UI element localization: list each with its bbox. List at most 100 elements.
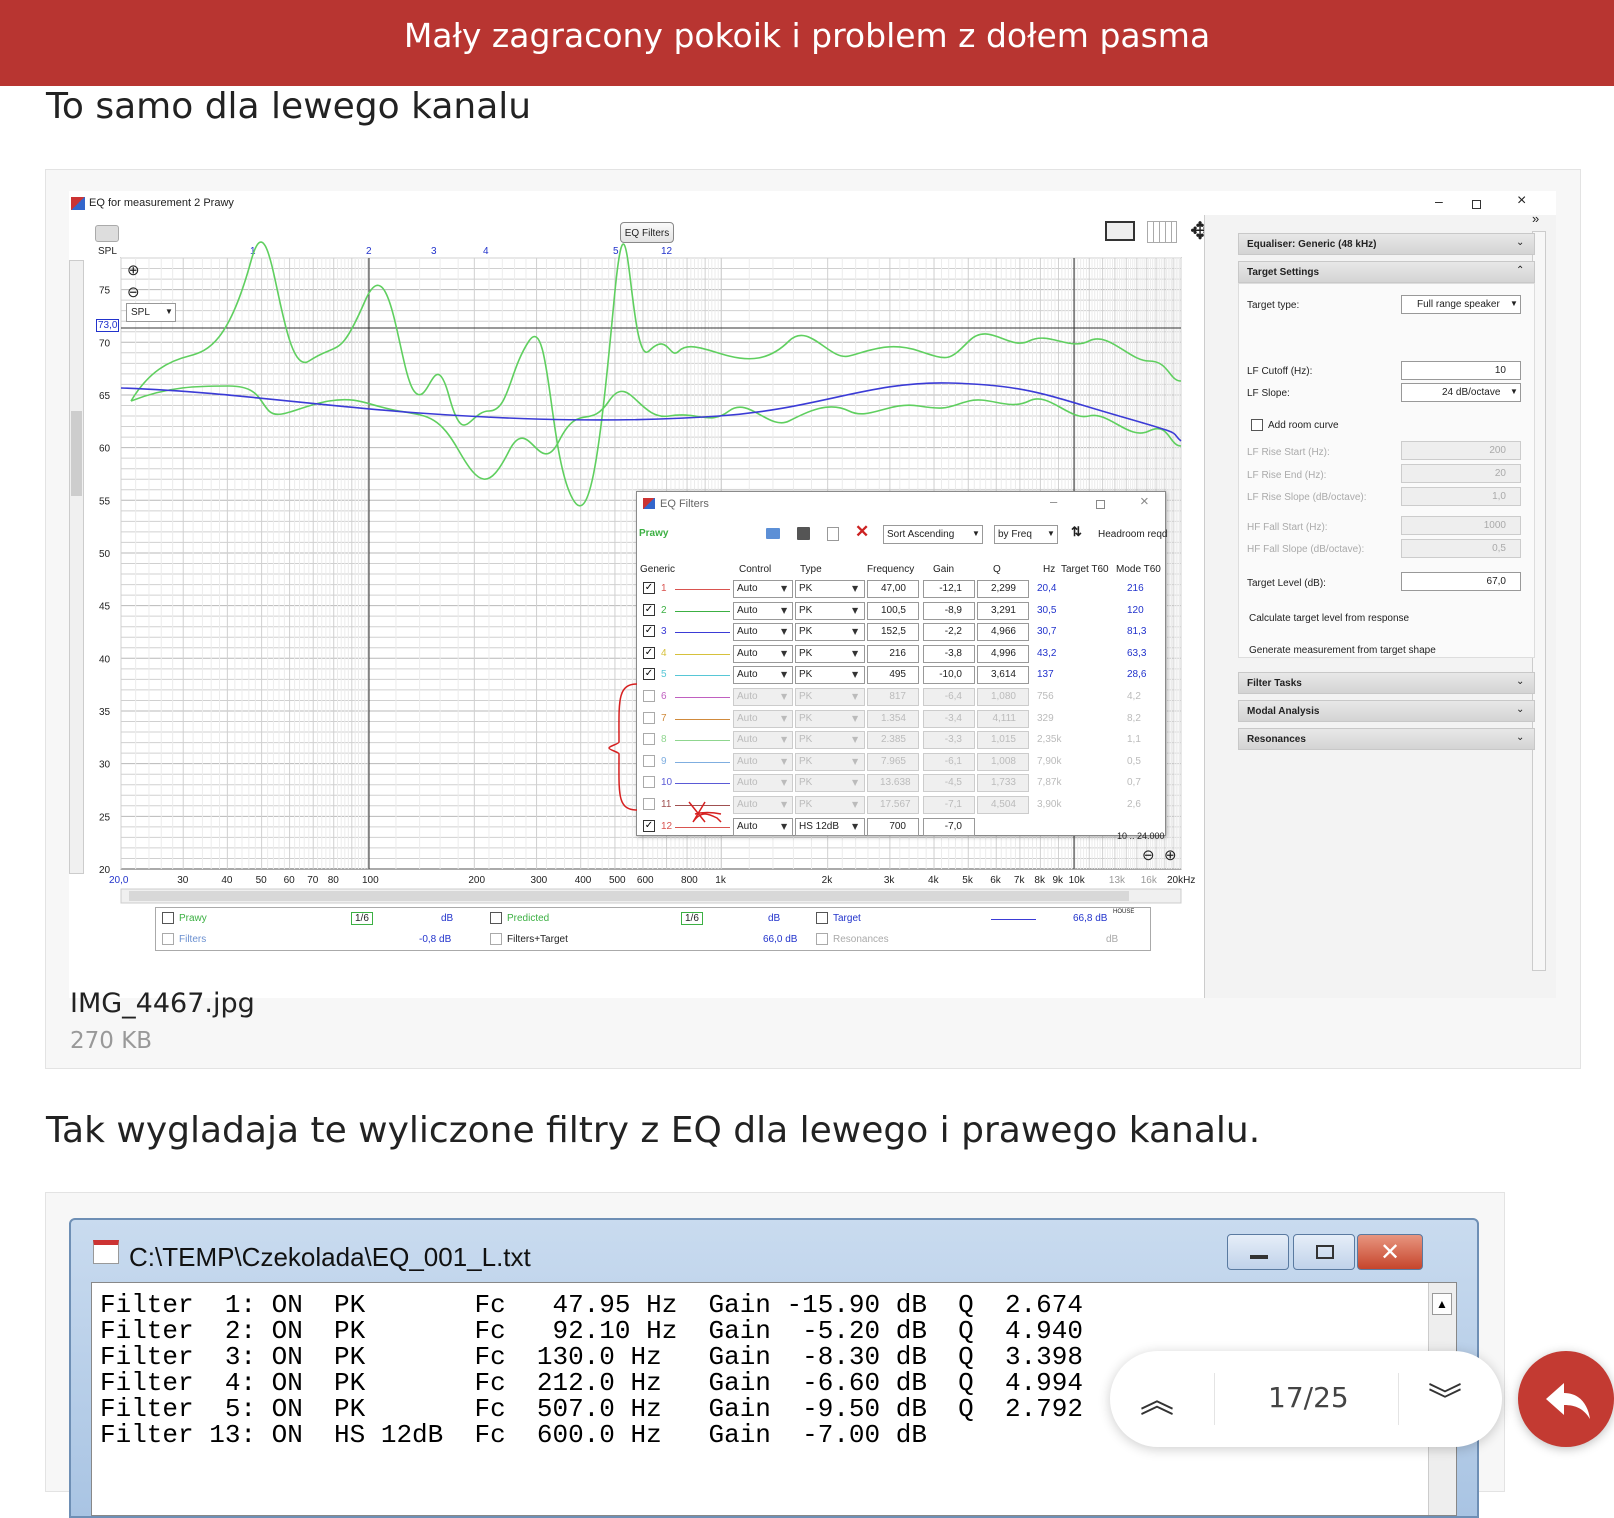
chevron-down-icon[interactable]: ▼ [781, 822, 787, 831]
filter-q-input[interactable]: 3,614 [977, 666, 1029, 685]
filters-checkbox[interactable] [162, 933, 174, 945]
filter-q-input[interactable]: 2,299 [977, 580, 1029, 598]
chevron-down-icon[interactable]: ▼ [852, 735, 858, 744]
lf-rise-start-input[interactable]: 200 [1401, 441, 1521, 460]
collapse-panel-icon[interactable]: » [1532, 211, 1539, 226]
dlg-close-icon[interactable]: × [1140, 493, 1149, 510]
filter-gain-input[interactable]: -10,0 [923, 666, 975, 685]
target-settings-header[interactable]: Target Settings ⌃ [1238, 261, 1535, 283]
resonances-header[interactable]: Resonances ⌄ [1238, 728, 1535, 750]
filter-q-input[interactable]: 3,291 [977, 601, 1029, 620]
filter-gain-input[interactable]: -12,1 [923, 580, 975, 598]
chevron-down-icon[interactable]: ▼ [852, 670, 858, 679]
filter-q-input[interactable]: 1,080 [977, 688, 1029, 706]
chevron-down-icon[interactable]: ▼ [852, 714, 858, 723]
copy-icon[interactable] [827, 527, 839, 541]
filter-gain-input[interactable]: -6,1 [923, 752, 975, 771]
filter-tasks-header[interactable]: Filter Tasks ⌄ [1238, 672, 1535, 694]
attachment-card-1[interactable]: EQ for measurement 2 Prawy – × SPL EQ Fi… [45, 169, 1581, 1069]
filter-gain-input[interactable]: -4,5 [923, 774, 975, 793]
resonances-checkbox[interactable] [816, 933, 828, 945]
chevron-down-icon[interactable]: ▼ [781, 584, 787, 593]
reply-button[interactable] [1518, 1351, 1614, 1447]
target-type-select[interactable]: Full range speaker ▼ [1401, 295, 1521, 314]
filter-q-input[interactable]: 1,015 [977, 731, 1029, 750]
filter-frequency-input[interactable]: 152,5 [867, 623, 919, 642]
modal-analysis-header[interactable]: Modal Analysis ⌄ [1238, 700, 1535, 722]
zoom-out-icon[interactable]: ⊖ [127, 283, 140, 301]
filter-gain-input[interactable]: -8,9 [923, 601, 975, 620]
chevron-down-icon[interactable]: ▼ [781, 757, 787, 766]
dlg-maximize-icon[interactable] [1096, 500, 1105, 509]
filter-q-input[interactable]: 4,504 [977, 796, 1029, 814]
filter-gain-input[interactable]: -6,4 [923, 688, 975, 706]
predicted-checkbox[interactable] [490, 912, 502, 924]
chevron-down-icon[interactable]: ▼ [781, 627, 787, 636]
dlg-minimize-icon[interactable]: – [1050, 494, 1057, 509]
sort-select[interactable]: Sort Ascending ▼ [883, 525, 983, 544]
delete-icon[interactable]: ✕ [855, 522, 869, 542]
lf-slope-select[interactable]: 24 dB/octave ▼ [1401, 383, 1521, 402]
add-room-curve-checkbox[interactable] [1251, 419, 1263, 431]
filter-gain-input[interactable]: -3,8 [923, 644, 975, 663]
filter-enabled-checkbox[interactable]: ✓ [643, 646, 655, 659]
lf-cutoff-input[interactable]: 10 [1401, 361, 1521, 380]
filter-frequency-input[interactable]: 7.965 [867, 752, 919, 771]
filter-frequency-input[interactable]: 47,00 [867, 580, 919, 598]
maximize-icon[interactable] [1293, 1234, 1355, 1270]
eq-filter-row[interactable]: 7 Auto ▼ PK ▼ 1.354 -3,4 4,111 329 8,2 [637, 708, 1167, 730]
chevron-down-icon[interactable]: ▼ [852, 584, 858, 593]
filter-gain-input[interactable]: -3,4 [923, 709, 975, 728]
filter-frequency-input[interactable]: 17.567 [867, 796, 919, 814]
chevron-down-icon[interactable]: ▼ [852, 606, 858, 615]
filter-frequency-input[interactable]: 13.638 [867, 774, 919, 793]
chevron-down-icon[interactable]: ▼ [852, 692, 858, 701]
eq-filter-row[interactable]: ✓ 2 Auto ▼ PK ▼ 100,5 -8,9 3,291 30,5 120 [637, 600, 1167, 622]
eq-filter-row[interactable]: 10 Auto ▼ PK ▼ 13.638 -4,5 1,733 7,87k 0,7 [637, 772, 1167, 794]
eq-filters-dialog[interactable]: EQ Filters – × Prawy ✕ Sort Ascending ▼ … [608, 491, 1167, 836]
zoom-in-bottom-icon[interactable]: ⊕ [1164, 846, 1177, 864]
filter-frequency-input[interactable]: 1.354 [867, 709, 919, 728]
chevron-down-icon[interactable]: ▼ [781, 800, 787, 809]
zoom-out-bottom-icon[interactable]: ⊖ [1142, 846, 1155, 864]
eq-filter-row[interactable]: ✓ 3 Auto ▼ PK ▼ 152,5 -2,2 4,966 30,7 81,3 [637, 621, 1167, 643]
prawy-checkbox[interactable] [162, 912, 174, 924]
filter-gain-input[interactable]: -7,1 [923, 796, 975, 814]
eq-filter-row[interactable]: ✓ 5 Auto ▼ PK ▼ 495 -10,0 3,614 137 28,6 [637, 664, 1167, 686]
chevron-down-icon[interactable]: ▼ [781, 714, 787, 723]
chevron-down-icon[interactable]: ▼ [781, 692, 787, 701]
filter-q-input[interactable]: 1,008 [977, 752, 1029, 771]
filter-q-input[interactable]: 4,996 [977, 644, 1029, 663]
filter-q-input[interactable]: 1,733 [977, 774, 1029, 793]
calc-target-button[interactable]: Calculate target level from response [1249, 613, 1409, 624]
chevron-down-icon[interactable]: ▼ [852, 627, 858, 636]
chevron-down-icon[interactable]: ▼ [781, 778, 787, 787]
chevron-down-icon[interactable]: ▼ [852, 800, 858, 809]
close-icon[interactable]: ✕ [1357, 1234, 1423, 1270]
eq-filter-row[interactable]: ✓ 4 Auto ▼ PK ▼ 216 -3,8 4,996 43,2 63,3 [637, 643, 1167, 665]
filter-frequency-input[interactable]: 216 [867, 644, 919, 663]
eq-filter-row[interactable]: ✓ 1 Auto ▼ PK ▼ 47,00 -12,1 2,299 20,4 216 [637, 578, 1167, 600]
lf-rise-end-input[interactable]: 20 [1401, 464, 1521, 483]
filters-target-checkbox[interactable] [490, 933, 502, 945]
chevron-down-icon[interactable]: ▼ [781, 670, 787, 679]
filter-frequency-input[interactable]: 817 [867, 688, 919, 706]
filter-q-input[interactable]: 4,966 [977, 623, 1029, 642]
hf-fall-slope-input[interactable]: 0,5 [1401, 539, 1521, 558]
save-icon[interactable] [797, 527, 810, 540]
filter-frequency-input[interactable]: 100,5 [867, 601, 919, 620]
chevron-down-icon[interactable]: ▼ [781, 606, 787, 615]
jump-top-icon[interactable]: ︽ [1140, 1373, 1174, 1422]
filter-gain-input[interactable]: -7,0 [923, 817, 975, 836]
chevron-down-icon[interactable]: ▼ [852, 822, 858, 831]
attachment-card-2[interactable]: C:\TEMP\Czekolada\EQ_001_L.txt ✕ Filter … [45, 1192, 1505, 1518]
zoom-in-icon[interactable]: ⊕ [127, 261, 140, 279]
attachment-filename[interactable]: IMG_4467.jpg [70, 988, 255, 1019]
jump-bottom-icon[interactable]: ︾ [1428, 1373, 1462, 1422]
target-checkbox[interactable] [816, 912, 828, 924]
filter-enabled-checkbox[interactable]: ✓ [643, 603, 655, 616]
spl-select[interactable]: SPL ▼ [126, 303, 176, 322]
chevron-down-icon[interactable]: ▼ [781, 735, 787, 744]
filter-enabled-checkbox[interactable]: ✓ [643, 625, 655, 638]
hf-fall-start-input[interactable]: 1000 [1401, 516, 1521, 535]
